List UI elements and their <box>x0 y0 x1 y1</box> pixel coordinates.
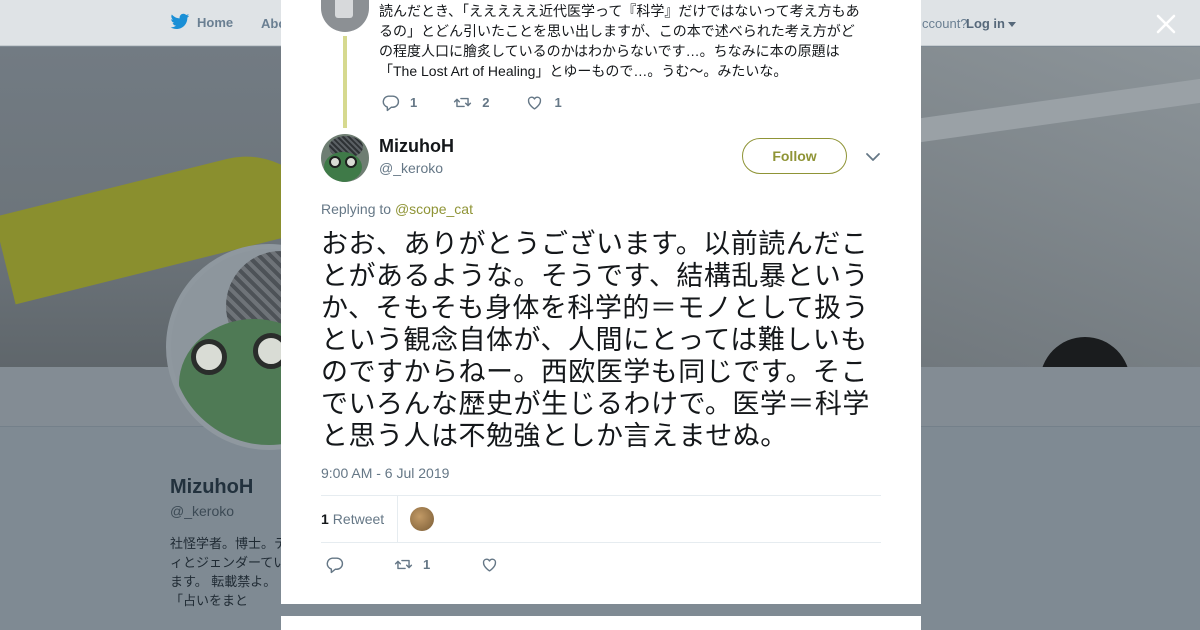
retweeter-avatar[interactable] <box>410 507 435 531</box>
tweet-actions: 1 <box>325 554 549 574</box>
profile-bio: 社怪学者。博士。ティとジェンダーています。 転載禁よ。「占いをまと <box>170 536 288 608</box>
parent-like-count: 1 <box>554 94 562 110</box>
nav-home-link[interactable]: Home <box>170 13 233 31</box>
profile-name: MizuhoH <box>170 476 254 498</box>
nav-account-prompt: ccount? <box>922 16 968 31</box>
profile-handle: @_keroko <box>170 503 235 519</box>
parent-reply-button[interactable]: 1 <box>381 93 417 112</box>
author-name[interactable]: MizuhoH <box>379 136 454 157</box>
parent-reply-count: 1 <box>410 94 418 110</box>
retweet-count: 1 <box>423 556 431 572</box>
next-tweet-card <box>281 616 921 630</box>
like-icon <box>483 558 497 572</box>
thread-connector-line <box>343 36 347 128</box>
author-avatar[interactable] <box>321 134 369 182</box>
retweet-stat-count: 1 <box>321 511 329 527</box>
retweet-icon <box>454 97 472 107</box>
follow-button[interactable]: Follow <box>742 138 847 174</box>
author-handle[interactable]: @_keroko <box>379 160 443 176</box>
retweet-button[interactable]: 1 <box>394 555 430 574</box>
login-dropdown[interactable]: Log in <box>966 16 1016 31</box>
parent-like-button[interactable]: 1 <box>525 93 562 112</box>
reply-icon <box>326 556 344 573</box>
tweet-text: おお、ありがとうございます。以前読んだことがあるような。そうです、結構乱暴という… <box>321 229 870 451</box>
tweet-timestamp[interactable]: 9:00 AM - 6 Jul 2019 <box>321 465 449 481</box>
divider <box>321 542 881 543</box>
like-icon <box>528 96 542 110</box>
parent-retweet-count: 2 <box>482 94 490 110</box>
stats-separator <box>397 496 399 542</box>
parent-retweet-button[interactable]: 2 <box>453 93 489 112</box>
twitter-bird-icon <box>170 13 190 29</box>
parent-tweet-actions: 1 2 1 <box>381 92 598 112</box>
close-icon[interactable] <box>1152 10 1180 38</box>
retweet-icon <box>394 559 413 569</box>
chevron-down-icon[interactable] <box>865 149 881 165</box>
parent-tweet-avatar[interactable] <box>321 0 369 32</box>
parent-tweet-text: 読んだとき、「えええええ近代医学って『科学』だけではないって考え方もあるの」とど… <box>379 3 860 79</box>
login-label: Log in <box>966 16 1005 31</box>
reply-icon <box>382 94 400 111</box>
tweet-modal: 読んだとき、「えええええ近代医学って『科学』だけではないって考え方もあるの」とど… <box>281 0 921 604</box>
replying-to-prefix: Replying to <box>321 201 392 217</box>
replying-to-handle[interactable]: @scope_cat <box>395 201 473 217</box>
replying-to: Replying to @scope_cat <box>321 201 473 217</box>
tweet-stats: 1 Retweet <box>321 496 881 542</box>
retweet-stat[interactable]: 1 Retweet <box>321 511 384 527</box>
retweet-stat-label: Retweet <box>332 511 385 527</box>
reply-button[interactable] <box>325 555 344 574</box>
caret-down-icon <box>1008 22 1016 27</box>
like-button[interactable] <box>480 555 499 574</box>
nav-home-label: Home <box>197 14 234 30</box>
